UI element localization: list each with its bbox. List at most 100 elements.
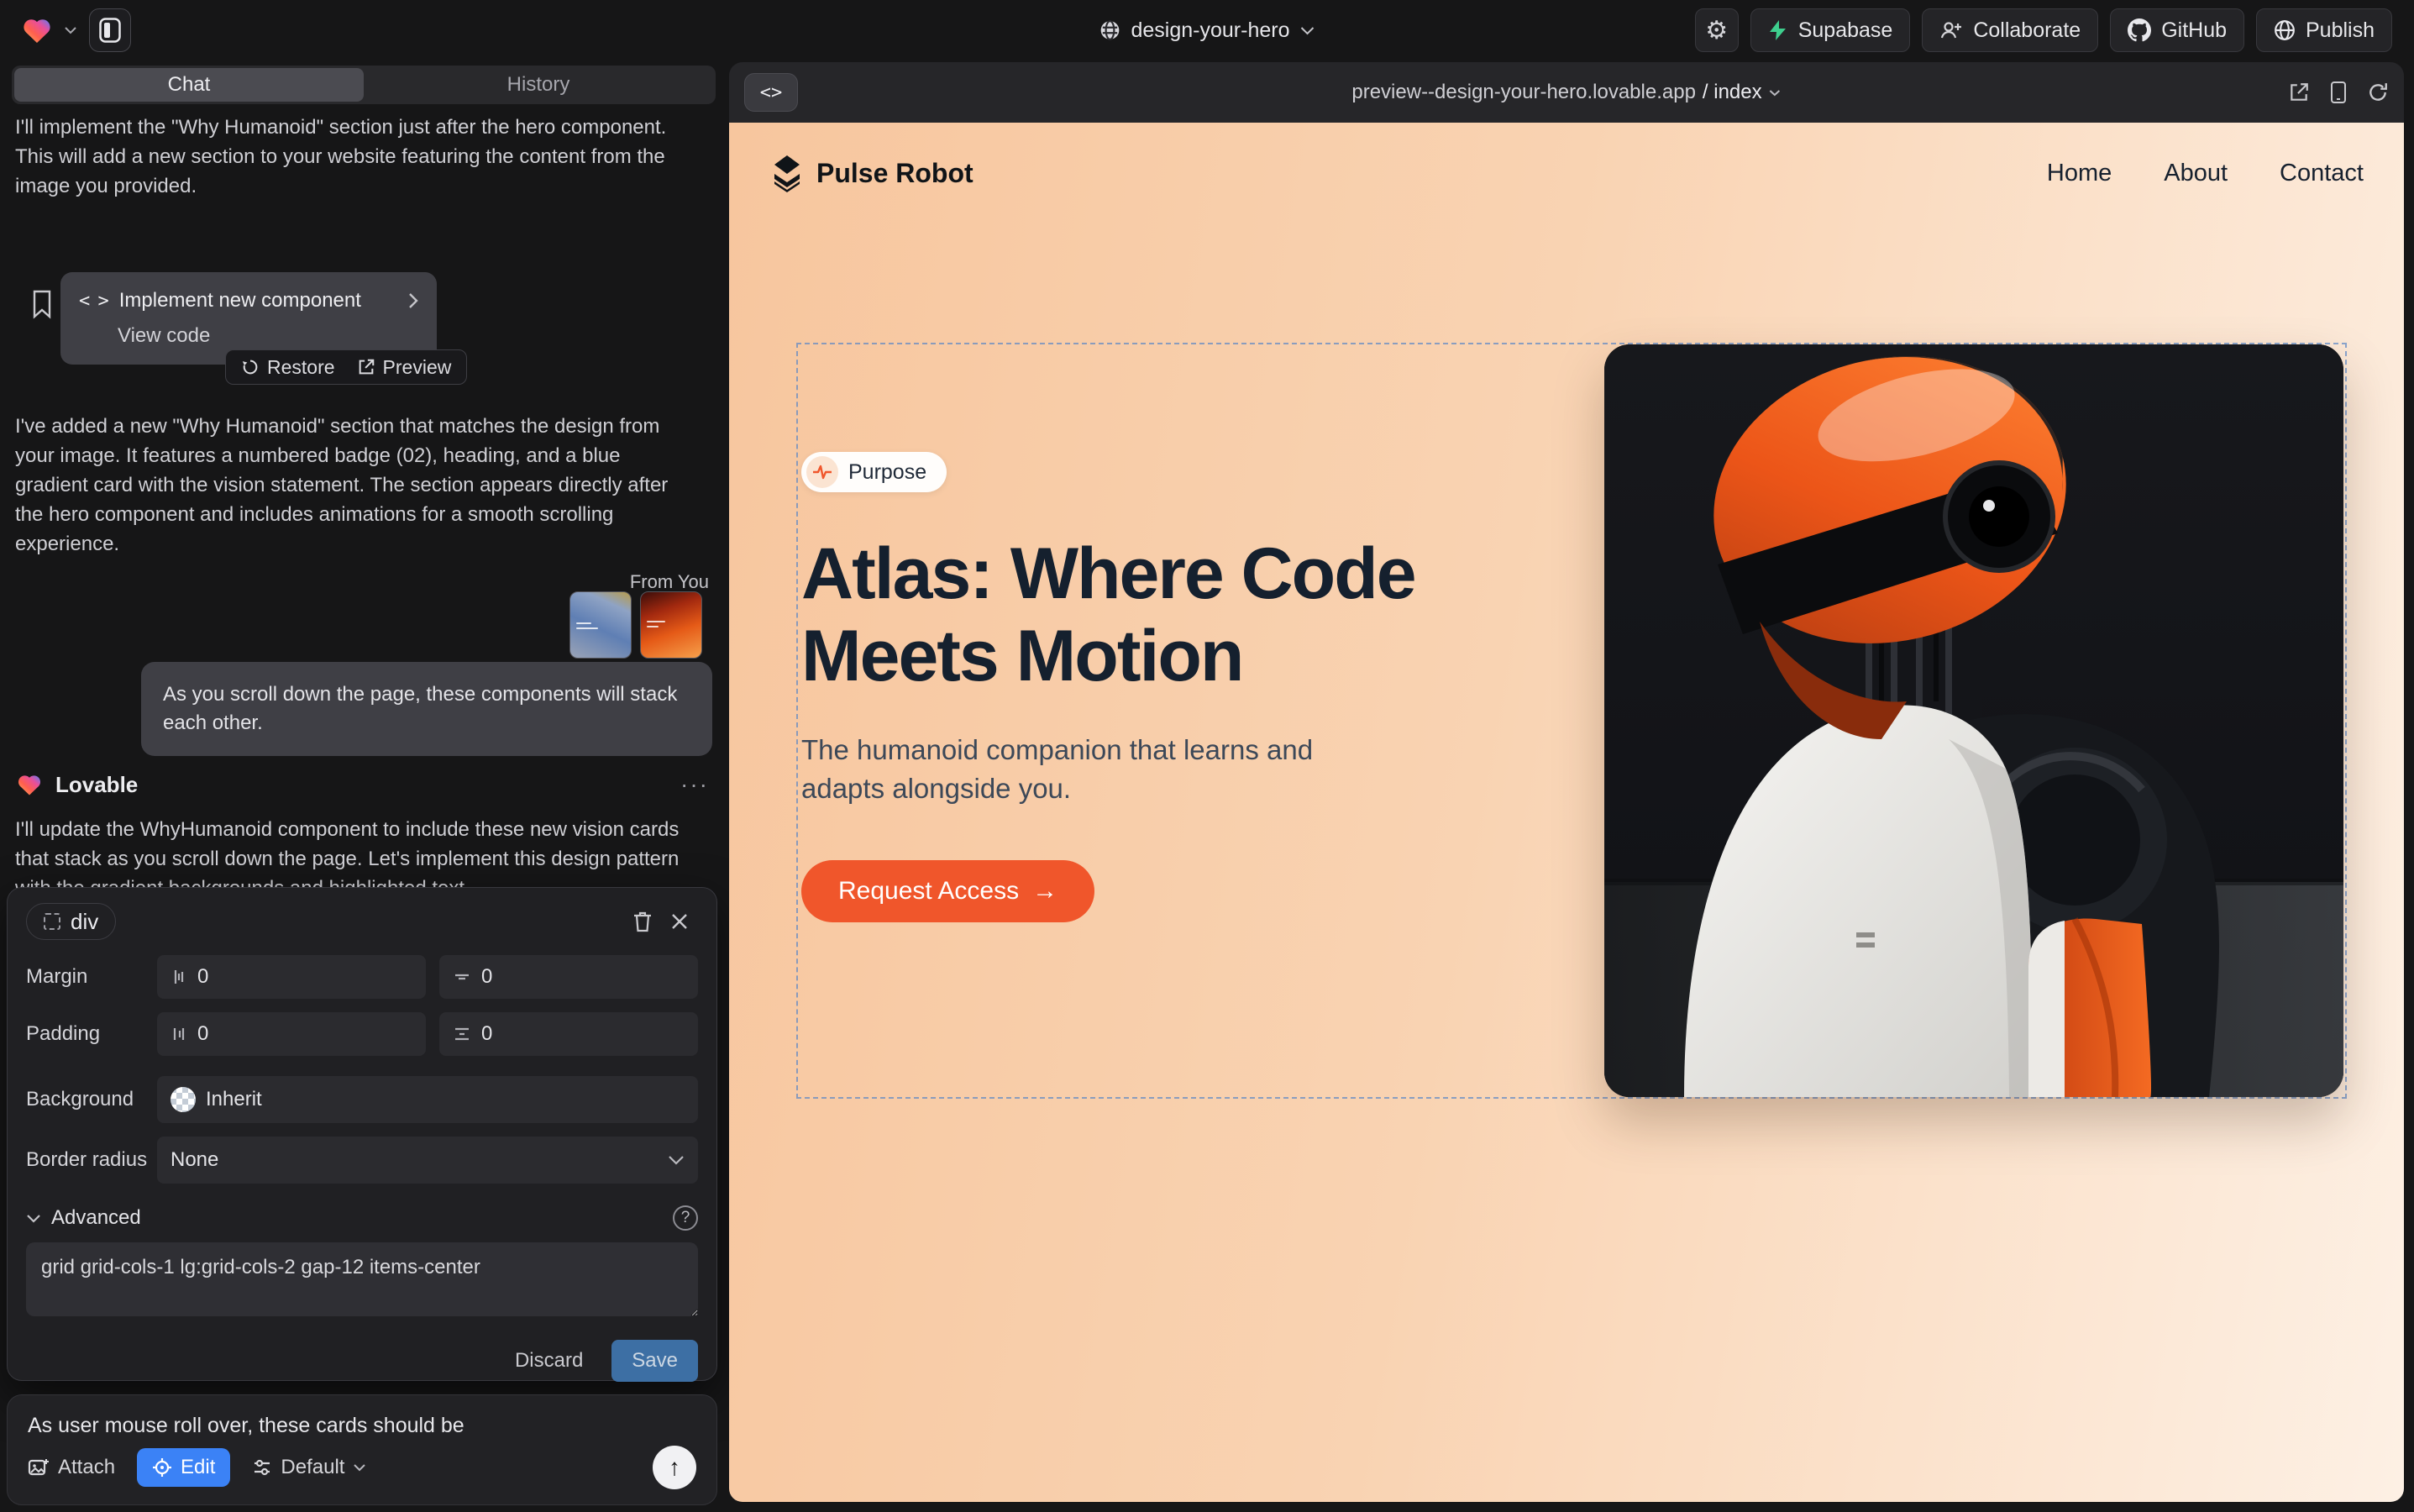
chevron-down-icon[interactable] [64, 26, 77, 34]
composer-input[interactable]: As user mouse roll over, these cards sho… [28, 1414, 696, 1438]
settings-button[interactable]: ⚙ [1695, 8, 1739, 52]
send-button[interactable]: ↑ [653, 1446, 696, 1489]
publish-button[interactable]: Publish [2256, 8, 2392, 52]
nav-link-contact[interactable]: Contact [2280, 160, 2364, 187]
background-input[interactable]: Inherit [157, 1076, 698, 1123]
collaborate-button[interactable]: Collaborate [1922, 8, 2098, 52]
lovable-logo-icon[interactable] [22, 16, 52, 45]
globe-icon [2274, 19, 2296, 41]
bookmark-icon[interactable] [30, 289, 54, 319]
app-window: design-your-hero ⚙ Supabase Collaborate … [0, 0, 2414, 1512]
margin-x-icon [171, 968, 187, 986]
refresh-icon [2367, 81, 2389, 103]
selected-element-chip[interactable]: div [26, 903, 116, 940]
supabase-label: Supabase [1798, 18, 1893, 43]
pulse-robot-logo-icon [769, 154, 805, 192]
attach-image-icon [28, 1457, 50, 1478]
border-radius-label: Border radius [26, 1148, 157, 1172]
collaborate-label: Collaborate [1973, 18, 2081, 43]
robot-illustration [1604, 344, 2343, 1097]
hero-content: Purpose Atlas: Where Code Meets Motion T… [801, 343, 1608, 922]
trash-icon [632, 910, 653, 933]
site-brand[interactable]: Pulse Robot [769, 154, 973, 192]
preview-page: Pulse Robot Home About Contact Purpose [729, 123, 2404, 1502]
close-icon [669, 911, 690, 932]
site-navbar: Pulse Robot Home About Contact [729, 123, 2404, 223]
supabase-button[interactable]: Supabase [1750, 8, 1911, 52]
margin-y-icon [453, 969, 471, 985]
tab-chat[interactable]: Chat [14, 68, 364, 102]
margin-y-input[interactable]: 0 [439, 955, 698, 999]
help-icon[interactable]: ? [673, 1205, 698, 1231]
assistant-header: Lovable ··· [17, 771, 709, 798]
chevron-down-icon [668, 1155, 685, 1165]
preview-url-bar[interactable]: preview--design-your-hero.lovable.app / … [1351, 81, 1781, 104]
background-label: Background [26, 1088, 157, 1111]
chat-composer[interactable]: As user mouse roll over, these cards sho… [7, 1394, 717, 1505]
save-button[interactable]: Save [611, 1340, 698, 1382]
discard-button[interactable]: Discard [510, 1348, 588, 1373]
code-view-toggle[interactable]: <> [744, 73, 798, 112]
restore-button[interactable]: Restore [241, 356, 335, 379]
padding-label: Padding [26, 1022, 157, 1046]
code-icon: < > [79, 291, 108, 312]
tab-history[interactable]: History [364, 68, 713, 102]
target-icon [152, 1457, 172, 1478]
refresh-button[interactable] [2367, 81, 2389, 103]
message-menu-button[interactable]: ··· [680, 771, 709, 798]
preview-button[interactable]: Preview [357, 356, 452, 379]
purpose-badge: Purpose [801, 452, 947, 492]
sliders-icon [252, 1458, 272, 1477]
chevron-down-icon [26, 1214, 41, 1223]
request-access-button[interactable]: Request Access → [801, 860, 1094, 922]
padding-x-input[interactable]: 0 [157, 1012, 426, 1056]
attachment-thumbnail-blue[interactable] [569, 591, 632, 659]
model-selector[interactable]: Default [252, 1456, 366, 1479]
project-switcher[interactable]: design-your-hero [1099, 0, 1315, 60]
mobile-view-button[interactable] [2330, 81, 2347, 104]
margin-label: Margin [26, 965, 157, 989]
padding-x-icon [171, 1025, 187, 1043]
element-inspector-panel: div Margin 0 0 Padding [7, 887, 717, 1381]
hero-heading: Atlas: Where Code Meets Motion [801, 533, 1608, 697]
mobile-icon [2330, 81, 2347, 104]
preview-toolbar: <> preview--design-your-hero.lovable.app… [729, 62, 2404, 123]
hero-subheading: The humanoid companion that learns and a… [801, 731, 1389, 808]
nav-link-home[interactable]: Home [2047, 160, 2112, 187]
preview-frame: <> preview--design-your-hero.lovable.app… [729, 62, 2404, 1502]
sidebar-toggle-button[interactable] [89, 8, 131, 52]
attach-button[interactable]: Attach [28, 1456, 115, 1479]
chevron-down-icon [353, 1463, 366, 1472]
assistant-name: Lovable [55, 772, 138, 798]
border-radius-select[interactable]: None [157, 1137, 698, 1184]
external-link-icon [2288, 81, 2310, 103]
lovable-heart-icon [17, 773, 42, 796]
margin-x-input[interactable]: 0 [157, 955, 426, 999]
preview-url: preview--design-your-hero.lovable.app [1351, 81, 1696, 104]
component-card-title: Implement new component [119, 289, 361, 312]
user-message-bubble: As you scroll down the page, these compo… [141, 662, 712, 756]
view-code-link[interactable]: View code [118, 324, 418, 348]
edit-mode-button[interactable]: Edit [137, 1448, 230, 1487]
chevron-down-icon [1769, 89, 1782, 97]
attachment-thumbnail-orange[interactable] [640, 591, 702, 659]
assistant-message-1: I'll implement the "Why Humanoid" sectio… [15, 113, 697, 201]
message-hover-actions: Restore Preview [225, 349, 467, 385]
delete-element-button[interactable] [624, 903, 661, 940]
globe-icon [1099, 19, 1121, 41]
advanced-section-header[interactable]: Advanced ? [26, 1205, 698, 1231]
nav-link-about[interactable]: About [2164, 160, 2228, 187]
from-you-label: From You [630, 571, 709, 593]
user-plus-icon [1939, 20, 1963, 40]
close-inspector-button[interactable] [661, 903, 698, 940]
arrow-right-icon: → [1032, 877, 1057, 906]
dashed-square-icon [44, 913, 60, 930]
github-button[interactable]: GitHub [2110, 8, 2244, 52]
open-in-new-tab-button[interactable] [2288, 81, 2310, 103]
tailwind-classes-textarea[interactable]: grid grid-cols-1 lg:grid-cols-2 gap-12 i… [26, 1242, 698, 1316]
hero-image-card [1604, 344, 2343, 1097]
padding-y-input[interactable]: 0 [439, 1012, 698, 1056]
preview-path: / index [1703, 81, 1762, 104]
sidebar-tabs: Chat History [12, 66, 716, 104]
project-name: design-your-hero [1131, 18, 1290, 43]
